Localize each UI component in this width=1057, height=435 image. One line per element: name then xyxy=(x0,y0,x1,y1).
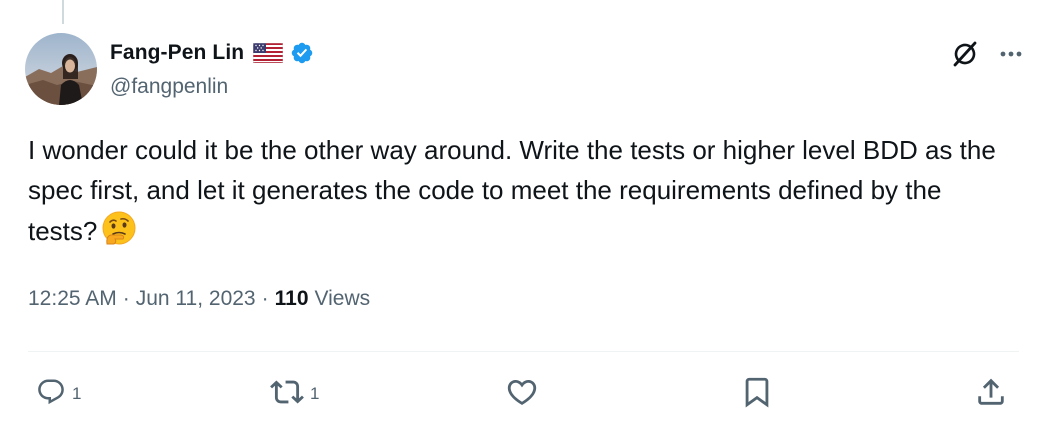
more-options-icon[interactable] xyxy=(995,38,1027,70)
action-bar: 1 1 xyxy=(0,370,1057,418)
retweet-icon xyxy=(270,375,304,414)
us-flag-icon xyxy=(253,43,284,63)
heart-icon xyxy=(505,375,539,414)
share-button[interactable] xyxy=(974,370,1008,418)
verified-badge-icon[interactable] xyxy=(290,41,314,65)
views-count[interactable]: 110 xyxy=(275,287,309,311)
views-label[interactable]: Views xyxy=(315,287,371,311)
grok-icon[interactable] xyxy=(949,38,981,70)
avatar[interactable] xyxy=(25,33,97,105)
divider xyxy=(28,351,1019,352)
share-icon xyxy=(974,375,1008,414)
meta-separator: · xyxy=(261,287,269,310)
author-display-name[interactable]: Fang-Pen Lin xyxy=(110,41,244,65)
bookmark-icon xyxy=(740,375,774,414)
bookmark-button[interactable] xyxy=(740,370,774,418)
tweet-time[interactable]: 12:25 AM xyxy=(28,287,117,311)
retweet-count: 1 xyxy=(310,384,320,403)
reply-icon xyxy=(36,377,66,412)
tweet-body: I wonder could it be the other way aroun… xyxy=(28,135,996,246)
retweet-button[interactable]: 1 xyxy=(270,370,319,418)
tweet-date[interactable]: Jun 11, 2023 xyxy=(136,287,256,311)
thinking-face-emoji xyxy=(101,210,137,257)
meta-separator: · xyxy=(122,287,130,310)
tweet-text: I wonder could it be the other way aroun… xyxy=(28,130,1018,257)
avatar-photo xyxy=(25,33,97,105)
tweet-metadata: 12:25 AM · Jun 11, 2023 · 110 Views xyxy=(28,287,370,311)
like-button[interactable] xyxy=(505,370,539,418)
thread-connector-line xyxy=(62,0,64,24)
author-handle[interactable]: @fangpenlin xyxy=(110,75,228,99)
reply-count: 1 xyxy=(72,384,82,403)
reply-button[interactable]: 1 xyxy=(36,370,81,418)
